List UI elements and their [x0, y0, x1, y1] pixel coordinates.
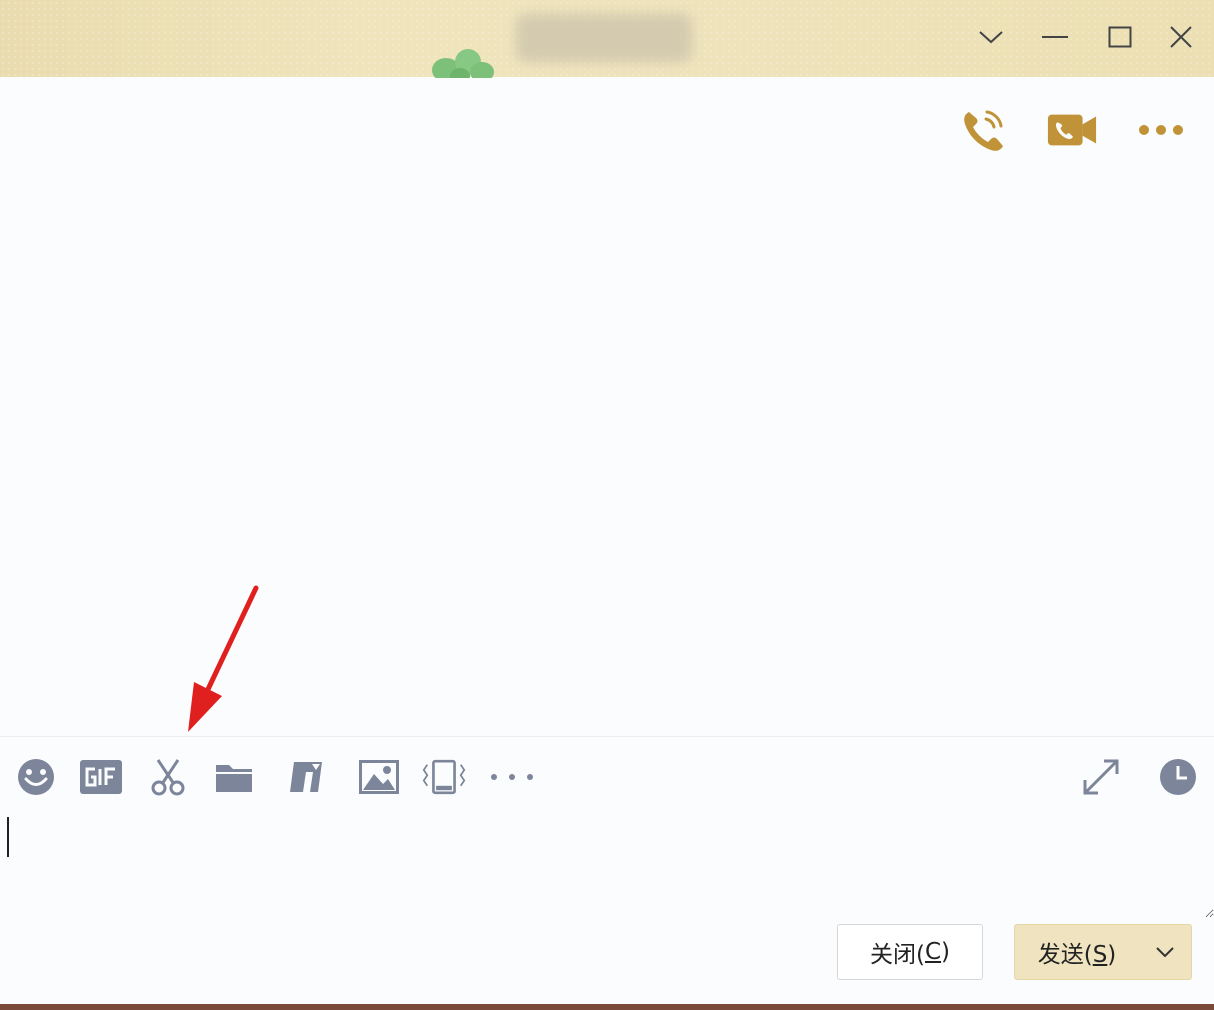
- chevron-down-icon: [1156, 947, 1174, 958]
- more-tools-button[interactable]: [490, 756, 534, 798]
- history-clock-icon: [1160, 759, 1196, 795]
- shake-icon: [422, 759, 466, 795]
- message-input[interactable]: [0, 808, 1214, 918]
- maximize-icon: [1108, 26, 1132, 48]
- send-button-label: 发送(: [1037, 942, 1093, 968]
- window-bottom-border: [0, 1004, 1214, 1010]
- text-caret: [7, 817, 9, 857]
- file-button[interactable]: [212, 756, 256, 798]
- dropdown-button[interactable]: [974, 20, 1008, 54]
- chevron-down-icon: [979, 31, 1003, 44]
- screenshot-button[interactable]: [146, 756, 190, 798]
- emoji-icon: [18, 759, 54, 795]
- image-button[interactable]: [357, 756, 401, 798]
- expand-icon: [1083, 759, 1119, 795]
- voice-call-icon: [964, 110, 1003, 151]
- send-button-label-end: ): [1107, 942, 1117, 968]
- contact-name-blurred: [516, 14, 692, 62]
- shake-button[interactable]: [422, 756, 466, 798]
- transfer-button[interactable]: [284, 756, 328, 798]
- annotation-arrow-icon: [188, 585, 259, 732]
- expand-input-button[interactable]: [1079, 756, 1123, 798]
- close-icon: [1170, 26, 1192, 48]
- gif-icon: [80, 760, 122, 794]
- history-button[interactable]: [1156, 756, 1200, 798]
- emoji-button[interactable]: [14, 756, 58, 798]
- folder-icon: [216, 765, 252, 792]
- send-button-shortcut: S: [1092, 942, 1108, 968]
- screenshot-scissors-icon: [151, 759, 185, 796]
- send-button-group: 发送(S): [1014, 924, 1192, 980]
- maximize-button[interactable]: [1103, 20, 1137, 54]
- minimize-icon: [1042, 36, 1068, 38]
- close-button-label: 关闭(: [869, 942, 925, 968]
- send-options-button[interactable]: [1139, 924, 1191, 980]
- more-icon: [1139, 125, 1183, 135]
- video-call-button[interactable]: [1046, 106, 1098, 154]
- send-button[interactable]: 发送(S): [1015, 935, 1139, 969]
- minimize-button[interactable]: [1038, 20, 1072, 54]
- close-button[interactable]: 关闭(C): [837, 924, 983, 980]
- chat-window: 关闭(C) 发送(S): [0, 0, 1214, 1006]
- more-options-button[interactable]: [1135, 106, 1187, 154]
- transfer-icon: [290, 762, 322, 792]
- more-icon: [491, 774, 533, 780]
- video-call-icon: [1047, 114, 1097, 146]
- clover-decoration-icon: [432, 49, 494, 78]
- close-window-button[interactable]: [1164, 20, 1198, 54]
- voice-call-button[interactable]: [958, 106, 1010, 154]
- gif-button[interactable]: [79, 756, 123, 798]
- close-button-shortcut: C: [924, 939, 942, 965]
- image-icon: [359, 760, 399, 794]
- close-button-label-end: ): [941, 939, 951, 965]
